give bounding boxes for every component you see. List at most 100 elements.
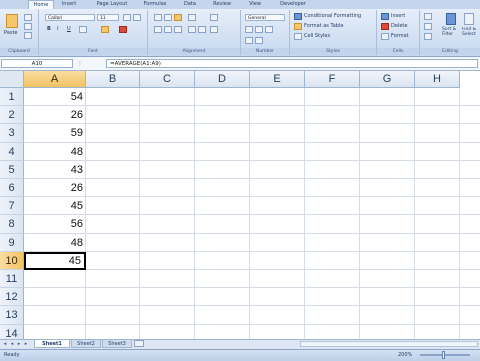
tab-formulas[interactable]: Formulas [140,0,170,9]
cell[interactable]: 59 [24,124,86,142]
column-header-a[interactable]: A [24,71,86,88]
column-header-b[interactable]: B [86,71,140,88]
tab-view[interactable]: View [244,0,266,9]
row-header-9[interactable]: 9 [0,233,24,252]
first-sheet-icon[interactable]: ◂ [2,341,8,347]
column-header-d[interactable]: D [195,71,250,88]
align-left-icon[interactable] [154,26,162,33]
row-header-6[interactable]: 6 [0,179,24,198]
wrap-text-icon[interactable] [210,14,218,21]
last-sheet-icon[interactable]: ▸ [23,341,29,347]
increase-indent-icon[interactable] [198,26,206,33]
align-center-icon[interactable] [164,26,172,33]
font-size-select[interactable]: 11 [97,14,119,21]
row-header-12[interactable]: 12 [0,288,24,307]
bold-icon[interactable]: B [47,26,51,33]
delete-cells-icon[interactable] [381,23,389,30]
formula-bar-grip[interactable]: ⋮ [77,60,83,67]
cell-styles-icon[interactable] [294,33,302,40]
align-top-icon[interactable] [154,14,162,21]
active-cell[interactable]: 45 [24,251,86,270]
format-cells-icon[interactable] [381,33,389,40]
row-header-14[interactable]: 14 [0,324,24,339]
cell[interactable]: 45 [24,197,86,215]
column-header-h[interactable]: H [415,71,460,88]
row-header-7[interactable]: 7 [0,197,24,216]
tab-review[interactable]: Review [208,0,236,9]
cell[interactable]: 48 [24,143,86,161]
merge-center-icon[interactable] [210,26,218,33]
conditional-formatting-icon[interactable] [294,13,302,20]
cell-styles-button[interactable]: Cell Styles [304,33,330,40]
column-header-g[interactable]: G [360,71,415,88]
underline-icon[interactable]: U [67,26,71,33]
format-painter-icon[interactable] [24,32,32,39]
column-header-e[interactable]: E [250,71,305,88]
fill-color-icon[interactable] [101,26,109,33]
row-header-2[interactable]: 2 [0,106,24,125]
shrink-font-icon[interactable] [133,14,141,21]
copy-icon[interactable] [24,23,32,30]
row-header-11[interactable]: 11 [0,270,24,289]
font-name-select[interactable]: Calibri [45,14,95,21]
tab-page-layout[interactable]: Page Layout [92,0,132,9]
decrease-indent-icon[interactable] [188,26,196,33]
format-as-table-icon[interactable] [294,23,302,30]
cell[interactable]: 26 [24,106,86,124]
align-right-icon[interactable] [174,26,182,33]
row-header-8[interactable]: 8 [0,215,24,234]
sheet-tab-sheet3[interactable]: Sheet3 [102,340,132,348]
cell[interactable]: 48 [24,234,86,252]
column-header-c[interactable]: C [140,71,195,88]
row-header-10[interactable]: 10 [0,251,24,270]
worksheet-grid[interactable]: ABCDEFGH12345678910111213141554265948432… [0,71,480,339]
sort-filter-icon[interactable] [446,13,456,25]
column-header-f[interactable]: F [305,71,360,88]
tab-data[interactable]: Data [180,0,200,9]
zoom-level[interactable]: 200% [398,352,412,358]
row-header-1[interactable]: 1 [0,88,24,107]
comma-style-icon[interactable] [265,26,273,33]
format-cells-button[interactable]: Format [391,33,409,40]
tab-home[interactable]: Home [28,0,54,9]
number-format-select[interactable]: General [245,14,285,21]
orientation-icon[interactable] [188,14,196,21]
insert-cells-icon[interactable] [381,13,389,20]
cell[interactable]: 54 [24,88,86,106]
paste-button[interactable]: Paste [4,30,18,37]
row-header-13[interactable]: 13 [0,306,24,325]
cell[interactable]: 43 [24,161,86,179]
zoom-slider-track[interactable] [420,354,470,356]
fill-icon[interactable] [424,23,432,30]
row-header-4[interactable]: 4 [0,142,24,161]
font-color-icon[interactable] [119,26,127,33]
formula-input[interactable]: =AVERAGE(A1:A9) [106,59,478,68]
zoom-slider-knob[interactable] [442,351,445,359]
cell[interactable]: 26 [24,179,86,197]
cell[interactable]: 56 [24,215,86,233]
increase-decimal-icon[interactable] [245,37,253,44]
conditional-formatting-button[interactable]: Conditional Formatting [304,13,361,20]
tab-developer[interactable]: Developer [274,0,312,9]
sheet-tab-sheet2[interactable]: Sheet2 [71,340,101,348]
sheet-tab-sheet1[interactable]: Sheet1 [34,340,70,348]
select-all-corner[interactable] [0,71,24,88]
grow-font-icon[interactable] [123,14,131,21]
format-as-table-button[interactable]: Format as Table [304,23,343,30]
align-bottom-icon[interactable] [174,14,182,21]
italic-icon[interactable]: I [57,26,58,33]
borders-icon[interactable] [79,26,87,33]
insert-sheet-icon[interactable] [134,340,144,347]
paste-icon[interactable] [6,14,18,28]
row-header-5[interactable]: 5 [0,160,24,179]
clear-icon[interactable] [424,33,432,40]
find-select-button[interactable]: Find & Select [462,27,480,37]
percent-icon[interactable] [255,26,263,33]
sort-filter-button[interactable]: Sort & Filter [442,27,460,37]
cut-icon[interactable] [24,14,32,21]
autosum-icon[interactable] [424,13,432,20]
find-select-icon[interactable] [464,13,474,25]
decrease-decimal-icon[interactable] [255,37,263,44]
horizontal-scrollbar[interactable] [300,341,478,347]
prev-sheet-icon[interactable]: ◂ [9,341,15,347]
